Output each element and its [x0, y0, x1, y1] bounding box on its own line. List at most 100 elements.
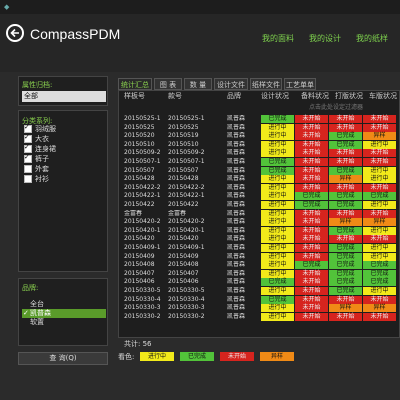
checkbox[interactable]	[24, 165, 32, 173]
checkbox[interactable]	[24, 152, 32, 163]
brand-item[interactable]: 软置	[22, 318, 106, 327]
tab-2[interactable]: 数 量	[184, 78, 212, 90]
table-row[interactable]: 20150409-1 20150409-1 凯普森 进行中 未开始 已完成 进行中	[119, 244, 399, 252]
status-cell: 未开始	[363, 235, 396, 244]
status-cell: 进行中	[261, 226, 294, 235]
table-row[interactable]: 20150330-3 20150330-3 凯普森 进行中 未开始 异样 异样	[119, 304, 399, 313]
title-bar: ◆	[0, 0, 400, 14]
status-cell: 异样	[363, 218, 396, 227]
nav-my-design[interactable]: 我的设计	[309, 33, 341, 44]
status-cell: 已完成	[261, 158, 294, 166]
table-row[interactable]: 20150525-1 20150525-1 凯普森 已完成 未开始 未开始 未开始	[119, 115, 399, 123]
table-row[interactable]: 20150420-2 20150420-2 凯普森 进行中 未开始 异样 异样	[119, 218, 399, 227]
table-row[interactable]: 20150409 20150409 凯普森 进行中 未开始 已完成 进行中	[119, 252, 399, 261]
table-row[interactable]: 20150407 20150407 凯普森 进行中 未开始 已完成 已完成	[119, 269, 399, 278]
sample-no: 20150406	[124, 278, 155, 286]
sample-no: 20150408	[124, 261, 155, 269]
status-cell: 已完成	[329, 244, 362, 252]
status-cell: 进行中	[261, 261, 294, 270]
table-row[interactable]: 20150330-5 20150330-5 凯普森 进行中 未开始 已完成 进行中	[119, 287, 399, 295]
status-cell: 进行中	[363, 175, 396, 184]
table-row[interactable]: 金富春 金富春 凯普森 进行中 未开始 未开始 未开始	[119, 209, 399, 218]
table-row[interactable]: 20150507 20150507 凯普森 已完成 未开始 已完成 进行中	[119, 166, 399, 175]
tab-5[interactable]: 工艺单单	[284, 78, 316, 90]
table-row[interactable]: 20150509-2 20150509-2 凯普森 进行中 未开始 未开始 未开始	[119, 149, 399, 158]
status-cell: 异样	[329, 218, 362, 227]
checkbox[interactable]	[24, 175, 32, 183]
brand-item[interactable]: 全台	[22, 300, 106, 309]
sample-no: 金富春	[124, 209, 143, 217]
status-cell: 已完成	[261, 295, 294, 304]
table-row[interactable]: 20150330-2 20150330-2 凯普森 进行中 未开始 未开始 未开始	[119, 312, 399, 321]
category-item[interactable]: 裤子	[24, 152, 49, 164]
attr-select[interactable]: 全部	[22, 91, 106, 102]
status-cell: 已完成	[329, 226, 362, 235]
tab-3[interactable]: 设计文件	[214, 78, 248, 90]
status-cell: 进行中	[261, 287, 294, 295]
sample-no: 20150509-2	[124, 149, 161, 157]
legend-item: 已完成	[180, 352, 214, 361]
column-header[interactable]: 款号	[168, 92, 182, 101]
status-cell: 未开始	[295, 115, 328, 123]
category-item[interactable]: 外套	[24, 164, 49, 174]
brand: 凯普森	[227, 140, 246, 148]
table-row[interactable]: 20150510 20150510 凯普森 进行中 未开始 已完成 进行中	[119, 140, 399, 149]
column-header[interactable]: 设计状况	[261, 92, 289, 101]
table-row[interactable]: 20150330-4 20150330-4 凯普森 已完成 未开始 未开始 未开始	[119, 295, 399, 304]
nav-my-sample[interactable]: 我的纸样	[356, 33, 388, 44]
status-cell: 未开始	[295, 312, 328, 321]
sample-no: 20150510	[124, 140, 155, 148]
brand: 凯普森	[227, 244, 246, 251]
category-item[interactable]: 衬衫	[24, 174, 49, 184]
status-cell: 未开始	[295, 287, 328, 295]
table-row[interactable]: 20150422-1 20150422-1 凯普森 进行中 已完成 已完成 已完成	[119, 192, 399, 201]
table-row[interactable]: 20150420-1 20150420-1 凯普森 进行中 未开始 已完成 进行中	[119, 226, 399, 235]
sample-no: 20150507-1	[124, 158, 161, 165]
table-row[interactable]: 20150428 20150428 凯普森 进行中 未开始 异样 进行中	[119, 175, 399, 184]
sample-no: 20150520	[124, 132, 155, 140]
table-row[interactable]: 20150408 20150408 凯普森 进行中 已完成 已完成 已完成	[119, 261, 399, 270]
status-cell: 进行中	[363, 287, 396, 295]
back-button[interactable]	[6, 24, 24, 42]
brand: 凯普森	[227, 201, 246, 208]
style-no: 20150510	[168, 140, 199, 148]
status-cell: 已完成	[363, 192, 396, 201]
table-row[interactable]: 20150406 20150406 凯普森 已完成 未开始 已完成 已完成	[119, 278, 399, 287]
column-header[interactable]: 品牌	[227, 92, 241, 101]
column-header[interactable]: 备料状况	[301, 92, 329, 101]
sample-no: 20150422-2	[124, 183, 161, 191]
brand: 凯普森	[227, 123, 246, 131]
status-cell: 未开始	[295, 183, 328, 192]
brand-item[interactable]: ✓ 凯普森	[22, 309, 106, 318]
status-cell: 未开始	[329, 123, 362, 132]
status-cell: 已完成	[295, 192, 328, 201]
table-row[interactable]: 20150422 20150422 凯普森 进行中 已完成 已完成 进行中	[119, 201, 399, 209]
status-cell: 已完成	[363, 261, 396, 270]
table-row[interactable]: 20150420 20150420 凯普森 进行中 未开始 未开始 未开始	[119, 235, 399, 244]
status-cell: 未开始	[363, 183, 396, 192]
status-cell: 已完成	[261, 115, 294, 123]
status-cell: 已完成	[329, 287, 362, 295]
style-no: 20150507	[168, 166, 199, 174]
table-row[interactable]: 20150422-2 20150422-2 凯普森 进行中 未开始 未开始 未开始	[119, 183, 399, 192]
status-cell: 异样	[363, 132, 396, 141]
table-row[interactable]: 20150520 20150519 凯普森 进行中 未开始 已完成 异样	[119, 132, 399, 141]
column-header[interactable]: 样板号	[124, 92, 145, 101]
tab-4[interactable]: 纸样文件	[250, 78, 282, 90]
tab-0[interactable]: 统计汇总	[118, 78, 152, 90]
column-header[interactable]: 车版状况	[369, 92, 397, 101]
filter-hint[interactable]: 点击此处设定过滤器	[309, 102, 363, 111]
status-cell: 已完成	[329, 252, 362, 261]
brand: 凯普森	[227, 115, 246, 122]
table-row[interactable]: 20150507-1 20150507-1 凯普森 已完成 未开始 未开始 未开始	[119, 158, 399, 166]
column-header[interactable]: 打版状况	[335, 92, 363, 101]
status-cell: 异样	[329, 304, 362, 313]
status-cell: 进行中	[363, 201, 396, 209]
table-row[interactable]: 20150525 20150525 凯普森 进行中 未开始 未开始 未开始	[119, 123, 399, 132]
query-button[interactable]: 查 询(Q)	[18, 352, 108, 365]
brand: 凯普森	[227, 158, 246, 165]
style-no: 20150407	[168, 269, 199, 277]
style-no: 20150409-1	[168, 244, 205, 251]
tab-1[interactable]: 图 表	[154, 78, 182, 90]
nav-my-fabric[interactable]: 我的面料	[262, 33, 294, 44]
